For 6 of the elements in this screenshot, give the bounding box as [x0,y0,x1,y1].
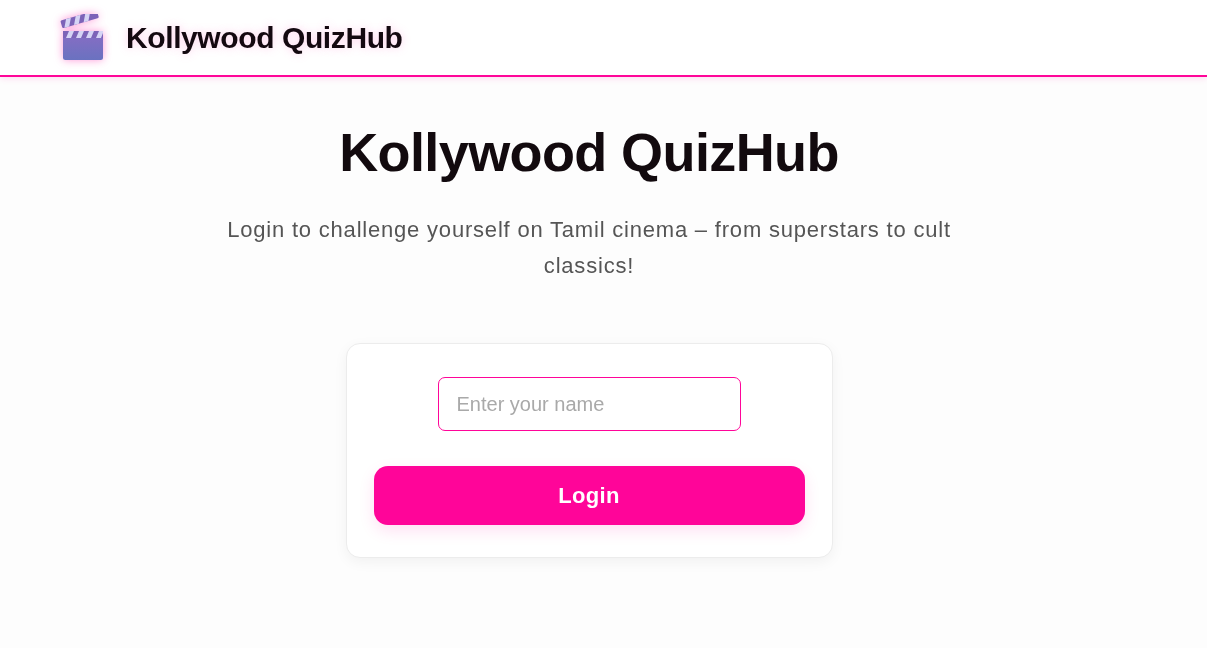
page-heading: Kollywood QuizHub [339,121,839,184]
login-button[interactable]: Login [373,466,805,525]
clapperboard-icon [60,13,106,62]
name-input[interactable]: Enter your name [437,377,741,431]
intro-text: Login to challenge yourself on Tamil cinema – from superstars to cult classics! [226,216,952,280]
site-title: Kollywood QuizHub [126,20,403,55]
